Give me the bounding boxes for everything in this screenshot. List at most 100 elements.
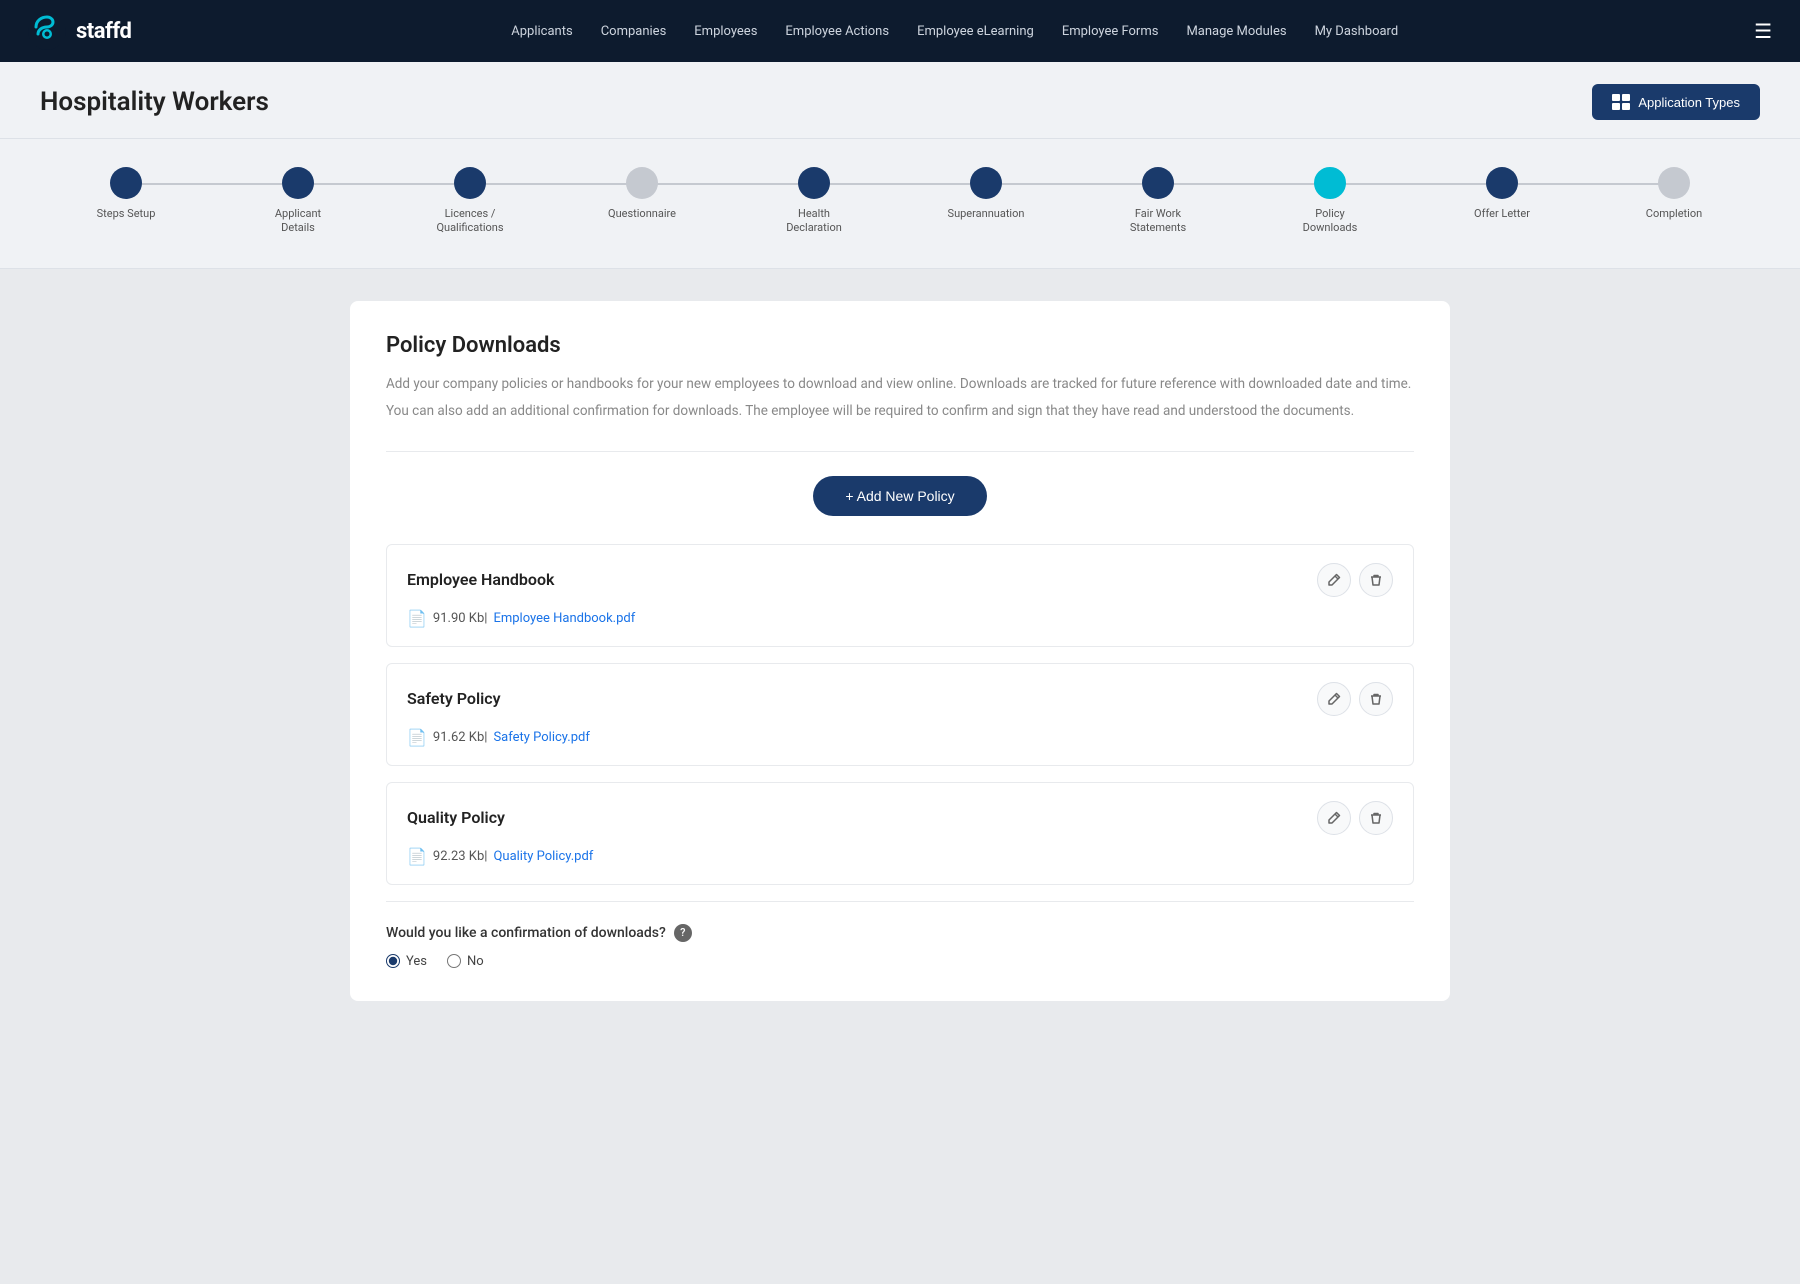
step-circle-8 bbox=[1314, 167, 1346, 199]
divider bbox=[386, 451, 1414, 452]
step-label-8: Policy Downloads bbox=[1290, 207, 1370, 236]
step-label-1: Steps Setup bbox=[97, 207, 156, 221]
step-circle-1 bbox=[110, 167, 142, 199]
page-header: Hospitality Workers Application Types bbox=[0, 62, 1800, 139]
policy-item-2: Quality Policy 📄 bbox=[386, 782, 1414, 885]
step-circle-2 bbox=[282, 167, 314, 199]
step-offer-letter[interactable]: Offer Letter bbox=[1416, 167, 1588, 221]
stepper-container: Steps Setup Applicant Details Licences /… bbox=[0, 139, 1800, 269]
step-circle-9 bbox=[1486, 167, 1518, 199]
radio-no-input[interactable] bbox=[447, 954, 461, 968]
step-applicant-details[interactable]: Applicant Details bbox=[212, 167, 384, 236]
trash-icon-0 bbox=[1369, 573, 1383, 587]
trash-icon-1 bbox=[1369, 692, 1383, 706]
step-questionnaire[interactable]: Questionnaire bbox=[556, 167, 728, 221]
pdf-icon-0: 📄 bbox=[407, 609, 427, 628]
main-content: Policy Downloads Add your company polici… bbox=[0, 269, 1800, 1033]
step-superannuation[interactable]: Superannuation bbox=[900, 167, 1072, 221]
edit-icon-2 bbox=[1327, 811, 1341, 825]
policy-actions-1 bbox=[1317, 682, 1393, 716]
radio-yes-label[interactable]: Yes bbox=[386, 954, 427, 969]
delete-policy-0-button[interactable] bbox=[1359, 563, 1393, 597]
nav-employee-actions[interactable]: Employee Actions bbox=[785, 24, 889, 39]
step-label-2: Applicant Details bbox=[258, 207, 338, 236]
step-label-5: Health Declaration bbox=[774, 207, 854, 236]
policy-actions-0 bbox=[1317, 563, 1393, 597]
application-types-button[interactable]: Application Types bbox=[1592, 84, 1760, 120]
step-circle-10 bbox=[1658, 167, 1690, 199]
step-label-9: Offer Letter bbox=[1474, 207, 1530, 221]
step-label-3: Licences / Qualifications bbox=[430, 207, 510, 236]
confirmation-question-text: Would you like a confirmation of downloa… bbox=[386, 925, 666, 941]
description-line-2: You can also add an additional confirmat… bbox=[386, 401, 1414, 423]
delete-policy-2-button[interactable] bbox=[1359, 801, 1393, 835]
policy-name-0: Employee Handbook bbox=[407, 570, 554, 589]
logo-icon bbox=[28, 12, 66, 50]
step-label-10: Completion bbox=[1646, 207, 1702, 221]
edit-policy-1-button[interactable] bbox=[1317, 682, 1351, 716]
policy-item-0: Employee Handbook � bbox=[386, 544, 1414, 647]
file-link-0[interactable]: Employee Handbook.pdf bbox=[493, 611, 635, 626]
radio-no-label[interactable]: No bbox=[447, 954, 484, 969]
file-link-2[interactable]: Quality Policy.pdf bbox=[493, 849, 593, 864]
file-size-0: 91.90 Kb| bbox=[433, 611, 488, 626]
pdf-icon-2: 📄 bbox=[407, 847, 427, 866]
edit-icon-0 bbox=[1327, 573, 1341, 587]
content-title: Policy Downloads bbox=[386, 333, 1414, 358]
help-icon[interactable]: ? bbox=[674, 924, 692, 942]
step-steps-setup[interactable]: Steps Setup bbox=[40, 167, 212, 221]
nav-employees[interactable]: Employees bbox=[694, 24, 757, 39]
edit-policy-0-button[interactable] bbox=[1317, 563, 1351, 597]
add-new-policy-button[interactable]: + Add New Policy bbox=[813, 476, 986, 516]
delete-policy-1-button[interactable] bbox=[1359, 682, 1393, 716]
policy-name-1: Safety Policy bbox=[407, 689, 501, 708]
policy-header-0: Employee Handbook bbox=[407, 563, 1393, 597]
radio-group: Yes No bbox=[386, 954, 1414, 969]
nav-companies[interactable]: Companies bbox=[601, 24, 667, 39]
policy-item-1: Safety Policy 📄 bbox=[386, 663, 1414, 766]
edit-icon-1 bbox=[1327, 692, 1341, 706]
radio-yes-text: Yes bbox=[406, 954, 427, 969]
file-size-1: 91.62 Kb| bbox=[433, 730, 488, 745]
policy-file-1: 📄 91.62 Kb| Safety Policy.pdf bbox=[407, 728, 1393, 747]
step-fair-work[interactable]: Fair Work Statements bbox=[1072, 167, 1244, 236]
content-card: Policy Downloads Add your company polici… bbox=[350, 301, 1450, 1001]
step-circle-6 bbox=[970, 167, 1002, 199]
stepper: Steps Setup Applicant Details Licences /… bbox=[40, 167, 1760, 236]
description-line-1: Add your company policies or handbooks f… bbox=[386, 374, 1414, 396]
step-circle-5 bbox=[798, 167, 830, 199]
hamburger-icon[interactable]: ☰ bbox=[1754, 19, 1772, 43]
file-size-2: 92.23 Kb| bbox=[433, 849, 488, 864]
radio-yes-input[interactable] bbox=[386, 954, 400, 968]
nav-employee-elearning[interactable]: Employee eLearning bbox=[917, 24, 1034, 39]
confirmation-question: Would you like a confirmation of downloa… bbox=[386, 924, 1414, 942]
policy-name-2: Quality Policy bbox=[407, 808, 505, 827]
navbar: staffd Applicants Companies Employees Em… bbox=[0, 0, 1800, 62]
file-link-1[interactable]: Safety Policy.pdf bbox=[493, 730, 589, 745]
nav-my-dashboard[interactable]: My Dashboard bbox=[1315, 24, 1399, 39]
step-label-6: Superannuation bbox=[948, 207, 1025, 221]
step-licences[interactable]: Licences / Qualifications bbox=[384, 167, 556, 236]
policy-header-2: Quality Policy bbox=[407, 801, 1393, 835]
step-completion[interactable]: Completion bbox=[1588, 167, 1760, 221]
step-health-declaration[interactable]: Health Declaration bbox=[728, 167, 900, 236]
nav-employee-forms[interactable]: Employee Forms bbox=[1062, 24, 1159, 39]
radio-no-text: No bbox=[467, 954, 484, 969]
step-circle-4 bbox=[626, 167, 658, 199]
policy-header-1: Safety Policy bbox=[407, 682, 1393, 716]
nav-manage-modules[interactable]: Manage Modules bbox=[1186, 24, 1286, 39]
edit-policy-2-button[interactable] bbox=[1317, 801, 1351, 835]
trash-icon-2 bbox=[1369, 811, 1383, 825]
nav-applicants[interactable]: Applicants bbox=[511, 24, 572, 39]
content-description: Add your company policies or handbooks f… bbox=[386, 374, 1414, 423]
pdf-icon-1: 📄 bbox=[407, 728, 427, 747]
step-label-4: Questionnaire bbox=[608, 207, 676, 221]
app-types-icon bbox=[1612, 94, 1630, 110]
policy-file-2: 📄 92.23 Kb| Quality Policy.pdf bbox=[407, 847, 1393, 866]
policy-file-0: 📄 91.90 Kb| Employee Handbook.pdf bbox=[407, 609, 1393, 628]
step-circle-3 bbox=[454, 167, 486, 199]
logo[interactable]: staffd bbox=[28, 12, 131, 50]
step-policy-downloads[interactable]: Policy Downloads bbox=[1244, 167, 1416, 236]
confirmation-section: Would you like a confirmation of downloa… bbox=[386, 901, 1414, 969]
navbar-links: Applicants Companies Employees Employee … bbox=[187, 24, 1722, 39]
